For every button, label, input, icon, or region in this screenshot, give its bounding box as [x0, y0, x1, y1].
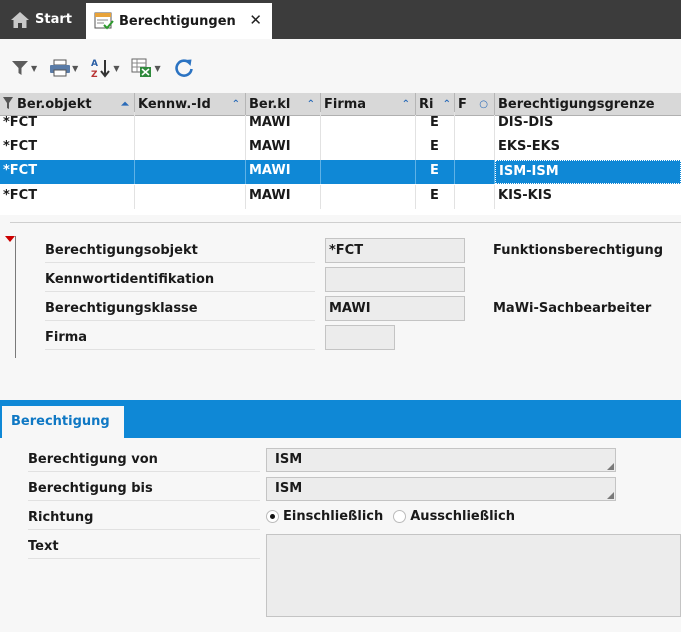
- radio-ausschliesslich-label[interactable]: Ausschließlich: [410, 509, 515, 524]
- permissions-grid: Ber.objekt ⏶ Kennw.-Id ⌃ Ber.kl ⌃ Firma …: [0, 93, 681, 215]
- collapse-arrow-icon[interactable]: [5, 236, 15, 242]
- cell-grenze: EKS-EKS: [498, 139, 561, 154]
- excel-export-icon: [131, 58, 152, 77]
- col-header-f[interactable]: F ○: [455, 93, 495, 116]
- col-header-label: Kennw.-Id: [138, 97, 211, 112]
- group-line: [15, 236, 16, 358]
- col-header-label: Berechtigungsgrenze: [498, 97, 655, 112]
- radio-einschliesslich-label[interactable]: Einschließlich: [283, 509, 383, 524]
- cell-berobjekt: *FCT: [0, 185, 135, 209]
- column-filter-icon: [3, 97, 13, 109]
- table-row[interactable]: *FCT MAWI E EKS-EKS: [0, 136, 681, 160]
- col-header-firma[interactable]: Firma ⌃: [321, 93, 416, 116]
- field-berechtigung-bis-value: ISM: [275, 481, 303, 496]
- field-kennwortidentifikation[interactable]: [325, 267, 465, 292]
- field-berechtigung-bis[interactable]: ISM: [266, 477, 616, 501]
- cell-berobjekt: *FCT: [0, 160, 135, 184]
- col-header-label: Ber.kl: [249, 97, 291, 112]
- print-icon: [50, 59, 71, 77]
- sort-icon[interactable]: ⌃: [232, 93, 240, 116]
- cell-berkl: MAWI: [246, 160, 321, 184]
- dropdown-caret-icon: ▼: [113, 63, 120, 73]
- table-row[interactable]: *FCT MAWI E DIS-DIS: [0, 112, 681, 139]
- radio-einschliesslich[interactable]: [266, 509, 279, 523]
- toolbar: ▼ ▼ A Z ▼ ▼: [10, 55, 207, 81]
- divider: [10, 222, 681, 223]
- cell-ri: E: [416, 160, 455, 184]
- cell-firma: [321, 136, 416, 160]
- field-berechtigungsobjekt[interactable]: *FCT: [325, 238, 465, 263]
- tab-start-label: Start: [35, 12, 72, 27]
- cell-ri: E: [416, 112, 455, 136]
- refresh-button[interactable]: [173, 57, 195, 79]
- field-berechtigung-von[interactable]: ISM: [266, 448, 616, 472]
- col-header-label: F: [458, 97, 467, 112]
- cell-berkl: MAWI: [246, 136, 321, 160]
- cell-f: [455, 160, 495, 184]
- text-area[interactable]: [266, 534, 681, 617]
- filter-icon: [12, 61, 28, 75]
- home-icon: [11, 11, 29, 28]
- label-berechtigungsklasse: Berechtigungsklasse: [45, 297, 315, 321]
- cell-grenze: ISM-ISM: [495, 160, 681, 184]
- field-berechtigung-von-value: ISM: [275, 452, 303, 467]
- cell-berobjekt: *FCT: [0, 136, 135, 160]
- cell-grenze: DIS-DIS: [498, 115, 554, 130]
- sort-button[interactable]: A Z ▼: [90, 57, 119, 79]
- label-richtung: Richtung: [28, 506, 260, 530]
- table-row[interactable]: *FCT MAWI E KIS-KIS: [0, 185, 681, 209]
- label-kennwortidentifikation: Kennwortidentifikation: [45, 268, 315, 292]
- dropdown-caret-icon: ▼: [72, 63, 79, 73]
- resize-grip-icon[interactable]: [607, 463, 614, 470]
- cell-ri: E: [416, 136, 455, 160]
- cell-kennwid: [135, 136, 246, 160]
- col-header-kennwid[interactable]: Kennw.-Id ⌃: [135, 93, 246, 116]
- sort-icon[interactable]: ⌃: [402, 93, 410, 116]
- cell-f: [455, 185, 495, 209]
- col-header-label: Ber.objekt: [17, 97, 92, 112]
- tab-berechtigung[interactable]: Berechtigung: [2, 406, 124, 438]
- desc-berechtigungsobjekt: Funktionsberechtigung: [493, 243, 664, 258]
- cell-f: [455, 136, 495, 160]
- richtung-radio-group: Einschließlich Ausschließlich: [266, 506, 515, 526]
- cell-berkl: MAWI: [246, 112, 321, 136]
- dropdown-caret-icon: ▼: [31, 63, 38, 73]
- resize-grip-icon[interactable]: [607, 492, 614, 499]
- cell-firma: [321, 185, 416, 209]
- label-berechtigung-bis: Berechtigung bis: [28, 477, 260, 501]
- label-text: Text: [28, 535, 260, 559]
- export-button[interactable]: ▼: [131, 57, 161, 79]
- label-firma: Firma: [45, 326, 315, 350]
- tab-bar: Start Berechtigungen ✕: [0, 0, 681, 39]
- tab-start[interactable]: Start: [0, 0, 84, 39]
- cell-grenze: KIS-KIS: [498, 188, 552, 203]
- print-button[interactable]: ▼: [49, 58, 78, 78]
- svg-text:A: A: [91, 59, 98, 69]
- cell-firma: [321, 160, 416, 184]
- permissions-tab-icon: [94, 12, 114, 30]
- dropdown-caret-icon: ▼: [154, 63, 161, 73]
- radio-ausschliesslich[interactable]: [393, 509, 407, 523]
- field-firma[interactable]: [325, 325, 395, 350]
- col-header-label: Firma: [324, 97, 367, 112]
- filter-button[interactable]: ▼: [10, 58, 37, 78]
- tab-berechtigungen[interactable]: Berechtigungen ✕: [86, 3, 272, 39]
- desc-berechtigungsklasse: MaWi-Sachbearbeiter: [493, 301, 652, 316]
- table-row-selected[interactable]: *FCT MAWI E ISM-ISM: [0, 160, 681, 184]
- cell-kennwid: [135, 160, 246, 184]
- cell-berkl: MAWI: [246, 185, 321, 209]
- label-berechtigung-von: Berechtigung von: [28, 448, 260, 472]
- cell-kennwid: [135, 185, 246, 209]
- sort-az-icon: A Z: [91, 59, 111, 79]
- cell-berobjekt: *FCT: [0, 112, 135, 136]
- refresh-icon: [174, 59, 193, 77]
- sort-neutral-icon[interactable]: ○: [479, 93, 488, 116]
- cell-ri: E: [416, 185, 455, 209]
- field-berechtigungsklasse[interactable]: MAWI: [325, 296, 465, 321]
- close-icon[interactable]: ✕: [249, 11, 262, 29]
- label-berechtigungsobjekt: Berechtigungsobjekt: [45, 239, 315, 263]
- tab-berechtigungen-label: Berechtigungen: [119, 13, 236, 29]
- svg-text:Z: Z: [91, 70, 98, 79]
- col-header-label: Ri: [419, 97, 434, 112]
